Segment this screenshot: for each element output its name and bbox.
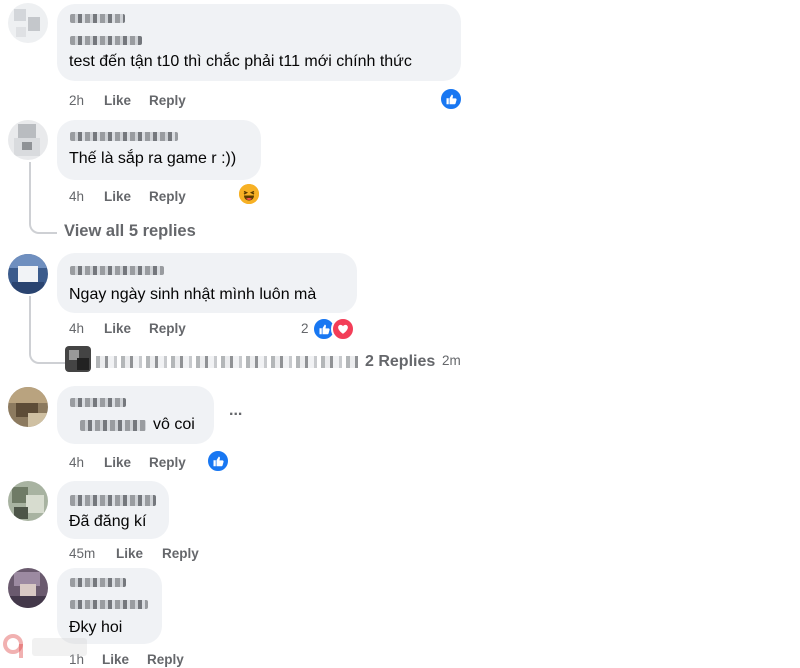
commenter-name[interactable] [70, 578, 126, 587]
commenter-name[interactable] [70, 132, 178, 141]
like-button[interactable]: Like [104, 321, 131, 336]
commenter-name[interactable] [70, 266, 164, 275]
reply-avatar[interactable] [65, 346, 91, 372]
thread-connector [29, 340, 65, 364]
comment-time[interactable]: 2h [69, 93, 84, 108]
comment-text: Thế là sắp ra game r :)) [69, 150, 237, 167]
mention-tag[interactable] [80, 420, 146, 431]
replies-link[interactable]: 2 Replies [365, 353, 435, 371]
commenter-name-line2 [70, 36, 142, 45]
reply-button[interactable]: Reply [162, 546, 199, 561]
reply-button[interactable]: Reply [147, 652, 184, 667]
like-button[interactable]: Like [104, 189, 131, 204]
watermark-logo [2, 632, 92, 668]
like-reaction-icon[interactable] [206, 449, 230, 473]
comment-time[interactable]: 45m [69, 546, 95, 561]
like-reaction-icon[interactable] [439, 87, 463, 111]
avatar[interactable] [8, 120, 48, 160]
reply-button[interactable]: Reply [149, 455, 186, 470]
reply-button[interactable]: Reply [149, 93, 186, 108]
commenter-name[interactable] [70, 14, 125, 23]
haha-reaction-icon[interactable] [239, 184, 259, 204]
reaction-count[interactable]: 2 [301, 321, 309, 336]
commenter-name[interactable] [70, 398, 126, 407]
comment-time[interactable]: 4h [69, 321, 84, 336]
like-button[interactable]: Like [116, 546, 143, 561]
comment-bubble [57, 253, 357, 313]
like-button[interactable]: Like [102, 652, 129, 667]
love-reaction-icon[interactable] [331, 317, 355, 341]
like-button[interactable]: Like [104, 93, 131, 108]
thread-connector [29, 210, 57, 234]
avatar[interactable] [8, 3, 48, 43]
view-all-replies-link[interactable]: View all 5 replies [64, 222, 196, 241]
avatar[interactable] [8, 387, 48, 427]
like-button[interactable]: Like [104, 455, 131, 470]
avatar[interactable] [8, 254, 48, 294]
reply-button[interactable]: Reply [149, 189, 186, 204]
comment-text: Đã đăng kí [69, 513, 147, 530]
comment-text: Ngay ngày sinh nhật mình luôn mà [69, 286, 317, 303]
avatar[interactable] [8, 568, 48, 608]
comment-time[interactable]: 4h [69, 455, 84, 470]
reply-time: 2m [442, 353, 461, 368]
comment-text: vô coi [153, 416, 195, 433]
commenter-name[interactable] [70, 495, 156, 506]
comment-time[interactable]: 4h [69, 189, 84, 204]
comment-text: test đến tận t10 thì chắc phải t11 mới c… [69, 53, 412, 70]
avatar[interactable] [8, 481, 48, 521]
comment-bubble [57, 386, 214, 444]
commenter-name-line2 [70, 600, 148, 609]
reply-button[interactable]: Reply [149, 321, 186, 336]
more-options-icon[interactable]: ... [229, 402, 242, 420]
reply-preview-text [96, 356, 358, 368]
